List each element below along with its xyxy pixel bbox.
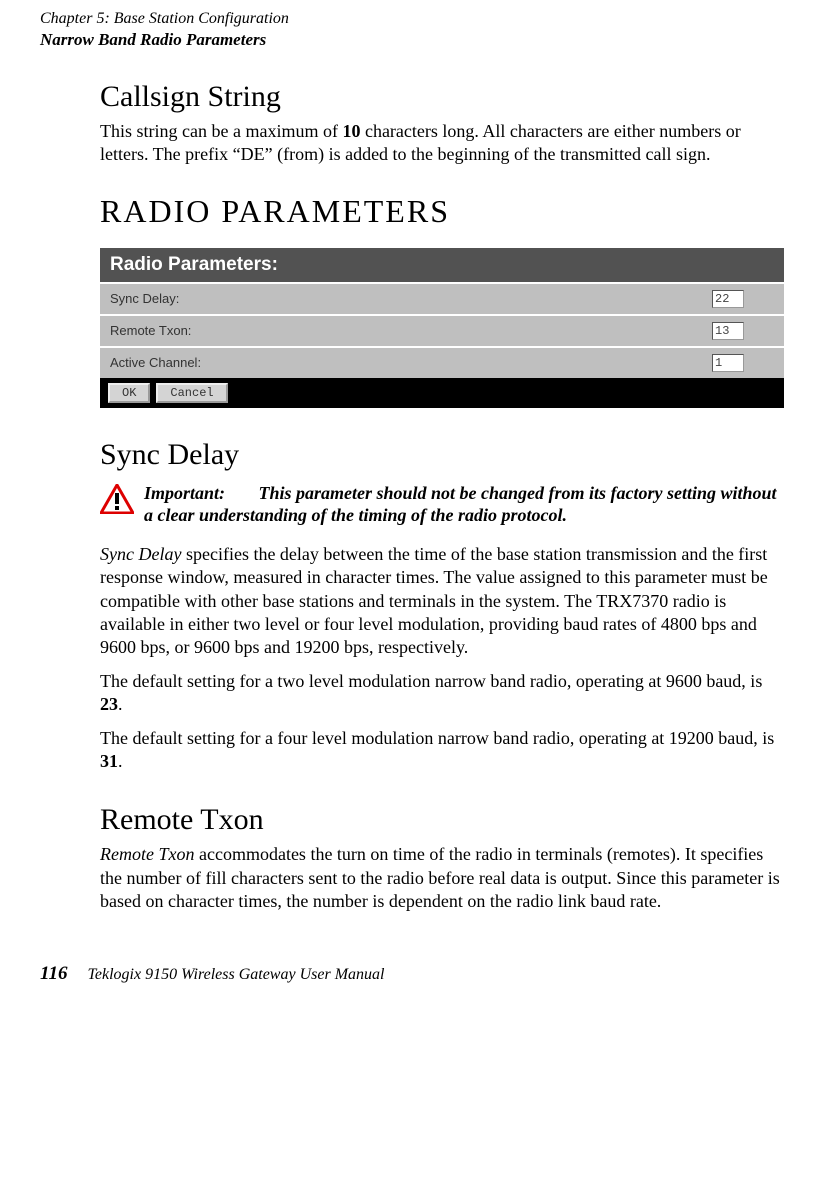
sync-paragraph-1: Sync Delay specifies the delay between t… [100,543,784,660]
sync-delay-input[interactable]: 22 [712,290,744,308]
chapter-header: Chapter 5: Base Station Configuration [40,10,794,28]
active-channel-input[interactable]: 1 [712,354,744,372]
remote-txon-input[interactable]: 13 [712,322,744,340]
param-label: Active Channel: [110,355,201,370]
text-fragment: The default setting for a two level modu… [100,671,762,691]
radio-parameters-panel: Radio Parameters: Sync Delay: 22 Remote … [100,248,784,408]
text-emphasis: Sync Delay [100,544,181,564]
ok-button[interactable]: OK [108,383,150,403]
panel-title: Radio Parameters: [100,248,784,282]
text-fragment: accommodates the turn on time of the rad… [100,844,780,911]
sync-paragraph-3: The default setting for a four level mod… [100,727,784,774]
text-bold: 23 [100,694,118,714]
text-fragment: . [118,694,123,714]
page-number: 116 [40,963,67,985]
important-note: Important: This parameter should not be … [100,482,784,527]
section-header: Narrow Band Radio Parameters [40,30,794,50]
text-fragment: This string can be a maximum of [100,121,342,141]
button-bar: OK Cancel [100,378,784,408]
callsign-paragraph: This string can be a maximum of 10 chara… [100,120,784,167]
radio-parameters-heading: RADIO PARAMETERS [100,193,784,230]
text-bold: 31 [100,751,118,771]
text-bold: 10 [342,121,360,141]
page-footer: 116 Teklogix 9150 Wireless Gateway User … [40,963,794,985]
remote-txon-heading: Remote Txon [100,803,784,837]
sync-delay-heading: Sync Delay [100,438,784,472]
sync-paragraph-2: The default setting for a two level modu… [100,670,784,717]
param-row-remote-txon: Remote Txon: 13 [100,314,784,346]
important-label: Important: [144,482,254,505]
warning-icon [100,484,134,514]
text-emphasis: Remote Txon [100,844,194,864]
text-fragment: specifies the delay between the time of … [100,544,768,658]
footer-title: Teklogix 9150 Wireless Gateway User Manu… [87,966,384,984]
param-row-sync-delay: Sync Delay: 22 [100,282,784,314]
text-fragment: . [118,751,123,771]
cancel-button[interactable]: Cancel [156,383,227,403]
param-row-active-channel: Active Channel: 1 [100,346,784,378]
text-fragment: The default setting for a four level mod… [100,728,774,748]
param-label: Remote Txon: [110,323,191,338]
param-label: Sync Delay: [110,291,179,306]
remote-paragraph: Remote Txon accommodates the turn on tim… [100,843,784,913]
callsign-heading: Callsign String [100,80,784,114]
